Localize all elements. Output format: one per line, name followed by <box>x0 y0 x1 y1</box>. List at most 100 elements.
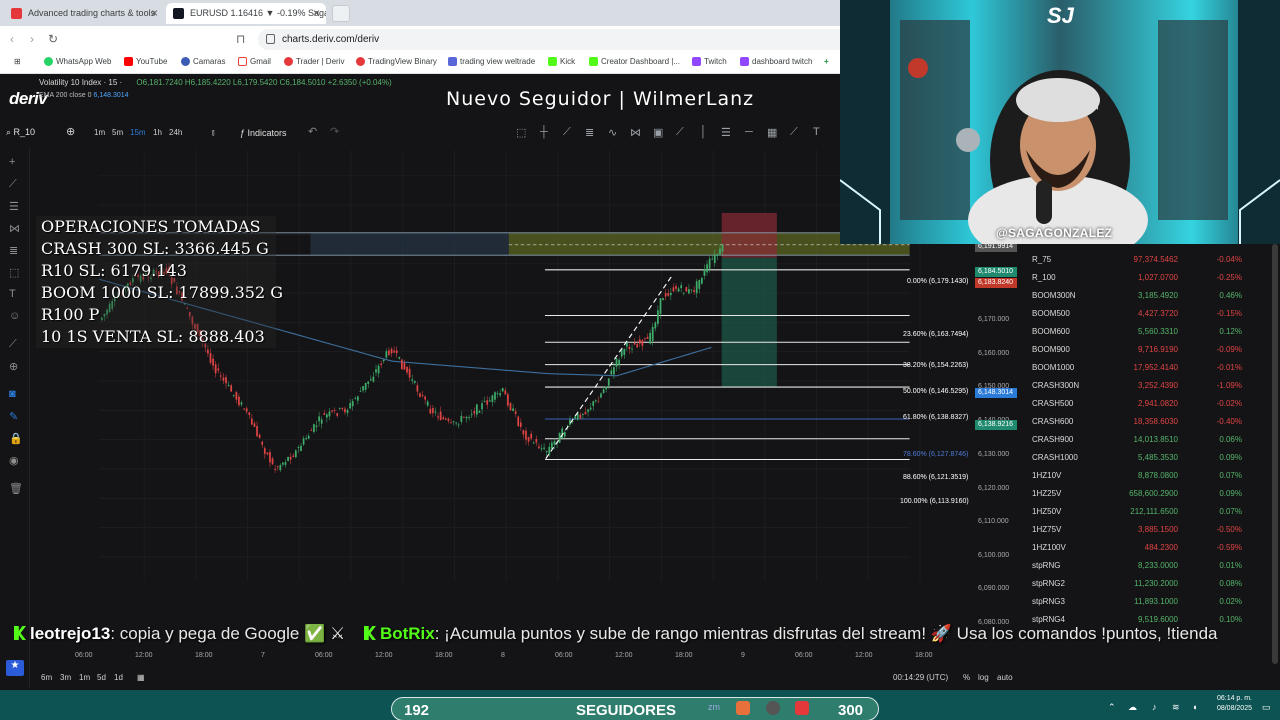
watchlist-row[interactable]: BOOM600 5,560.3310 0.12% <box>1032 323 1262 341</box>
onedrive-icon[interactable]: ☁ <box>1128 702 1137 713</box>
add-bookmark-icon[interactable]: + <box>824 57 829 66</box>
watchlist-row[interactable]: 1HZ75V 3,885.1500 -0.50% <box>1032 521 1262 539</box>
timeframe-1h[interactable]: 1h <box>153 128 162 137</box>
watchlist-row[interactable]: 1HZ100V 484.2300 -0.59% <box>1032 539 1262 557</box>
gann-tool-icon[interactable]: ▣ <box>653 126 663 139</box>
watchlist-row[interactable]: CRASH600 18,358.6030 -0.40% <box>1032 413 1262 431</box>
period-3m[interactable]: 3m <box>60 673 71 682</box>
watchlist-row[interactable]: BOOM300N 3,185.4920 0.46% <box>1032 287 1262 305</box>
period-1d[interactable]: 1d <box>114 673 123 682</box>
bookmark-tradingview-binary[interactable]: TradingView Binary <box>356 57 437 66</box>
favorites-icon[interactable]: ★ <box>6 660 24 676</box>
bookmark-weltrade[interactable]: trading view weltrade <box>448 57 535 66</box>
indicators-button[interactable]: ƒ Indicators <box>240 128 287 138</box>
timeframe-5m[interactable]: 5m <box>112 128 123 137</box>
bookmark-icon[interactable]: ⊓ <box>236 32 245 46</box>
bookmark-whatsapp[interactable]: WhatsApp Web <box>44 57 111 66</box>
grid-tool-icon[interactable]: ▦ <box>767 126 777 139</box>
eye-icon[interactable]: ◉ <box>9 454 19 467</box>
redo-icon[interactable]: ↷ <box>330 125 339 138</box>
bookmark-trader-deriv[interactable]: Trader | Deriv <box>284 57 344 66</box>
rectangle-tool-icon[interactable]: ⬚ <box>516 126 526 139</box>
ruler-icon[interactable]: ⟋ <box>9 338 17 351</box>
notification-icon[interactable]: ▭ <box>1262 702 1271 713</box>
watchlist-row[interactable]: CRASH300N 3,252.4390 -1.09% <box>1032 377 1262 395</box>
reload-icon[interactable]: ↻ <box>48 32 58 46</box>
watchlist-row[interactable]: CRASH900 14,013.8510 0.06% <box>1032 431 1262 449</box>
zoom-icon[interactable]: zm <box>708 702 720 712</box>
bookmark-youtube[interactable]: YouTube <box>124 57 167 66</box>
browser-tab[interactable]: Advanced trading charts & tools × <box>4 3 164 24</box>
bookmark-gmail[interactable]: Gmail <box>238 57 271 66</box>
pattern-icon[interactable]: ⋈ <box>9 222 20 235</box>
apps-icon[interactable]: ⊞ <box>14 57 21 66</box>
pattern-tool-icon[interactable]: ⋈ <box>630 126 641 139</box>
utc-clock[interactable]: 00:14:29 (UTC) <box>893 673 948 682</box>
symbol-search[interactable]: ⌕ R_10 <box>6 127 35 138</box>
volume-icon[interactable]: ◖ <box>1192 702 1197 712</box>
trend-line-tool-icon[interactable]: ⟋ <box>563 126 571 139</box>
lock-icon[interactable]: 🔒 <box>9 432 23 445</box>
calendar-icon[interactable]: ▦ <box>137 673 145 682</box>
watchlist-row[interactable]: BOOM500 4,427.3720 -0.15% <box>1032 305 1262 323</box>
add-symbol-icon[interactable]: ⊕ <box>66 125 75 138</box>
brush-tool-icon[interactable]: ∿ <box>608 126 617 139</box>
vertical-line-tool-icon[interactable]: │ <box>700 126 707 138</box>
crosshair-icon[interactable]: + <box>9 156 15 168</box>
emoji-icon[interactable]: ☺ <box>9 310 20 322</box>
new-tab-button[interactable] <box>332 5 350 22</box>
period-6m[interactable]: 6m <box>41 673 52 682</box>
undo-icon[interactable]: ↶ <box>308 125 317 138</box>
timeframe-1m[interactable]: 1m <box>94 128 105 137</box>
period-5d[interactable]: 5d <box>97 673 106 682</box>
measure-tool-icon[interactable]: ⟋ <box>676 126 684 139</box>
close-tab-icon[interactable]: × <box>151 6 158 20</box>
back-icon[interactable]: ‹ <box>10 32 14 46</box>
watchlist-row[interactable]: stpRNG2 11,230.2000 0.08% <box>1032 575 1262 593</box>
text-tool-icon[interactable]: T <box>813 126 820 138</box>
line-icon[interactable]: ⟋ <box>9 178 17 191</box>
horizontal-line-tool-icon[interactable]: ┼ <box>540 126 548 138</box>
watchlist-row[interactable]: 1HZ25V 658,600.2900 0.09% <box>1032 485 1262 503</box>
bookmark-dashboard-twitch[interactable]: dashboard twitch <box>740 57 812 66</box>
ray-tool-icon[interactable]: ─ <box>745 126 753 138</box>
bookmark-twitch[interactable]: Twitch <box>692 57 727 66</box>
close-tab-icon[interactable]: × <box>313 6 320 20</box>
fib-tool-icon[interactable]: ☰ <box>721 126 731 139</box>
timeframe-24h[interactable]: 24h <box>169 128 182 137</box>
watchlist-row[interactable]: stpRNG3 11,893.1000 0.02% <box>1032 593 1262 611</box>
mic-icon[interactable]: ♪ <box>1152 702 1157 712</box>
bookmark-kick[interactable]: Kick <box>548 57 575 66</box>
watchlist-row[interactable]: 1HZ10V 8,878.0800 0.07% <box>1032 467 1262 485</box>
watchlist-row[interactable]: stpRNG 8,233.0000 0.01% <box>1032 557 1262 575</box>
watchlist-row[interactable]: R_100 1,027.0700 -0.25% <box>1032 269 1262 287</box>
zoom-icon[interactable]: ⊕ <box>9 360 18 373</box>
trash-icon[interactable]: 🗑 <box>9 482 23 495</box>
deriv-icon[interactable] <box>795 701 809 715</box>
chevron-up-icon[interactable]: ⌃ <box>1108 702 1116 713</box>
timeframe-15m[interactable]: 15m <box>130 128 146 137</box>
period-1m[interactable]: 1m <box>79 673 90 682</box>
auto-toggle[interactable]: auto <box>997 673 1013 682</box>
line-tool-icon[interactable]: ⟋ <box>790 126 798 139</box>
text-icon[interactable]: T <box>9 288 16 300</box>
channel-tool-icon[interactable]: ≣ <box>585 126 594 139</box>
bookmark-camaras[interactable]: Camaras <box>181 57 225 66</box>
watchlist-row[interactable]: BOOM900 9,716.9190 -0.09% <box>1032 341 1262 359</box>
lock-drawing-icon[interactable]: ✎ <box>9 410 18 423</box>
system-clock[interactable]: 06:14 p. m. 08/08/2025 <box>1208 694 1252 714</box>
watchlist-row[interactable]: 1HZ50V 212,111.6500 0.07% <box>1032 503 1262 521</box>
lines-icon[interactable]: ☰ <box>9 200 19 213</box>
browser-tab-active[interactable]: EURUSD 1.16416 ▼ -0.19% Saga × <box>166 3 326 24</box>
watchlist-scrollbar[interactable] <box>1272 244 1278 664</box>
site-info-icon[interactable] <box>266 34 275 44</box>
magnet-icon[interactable]: ◙ <box>9 388 16 400</box>
shape-icon[interactable]: ⬚ <box>9 266 19 279</box>
watchlist-row[interactable]: CRASH1000 5,485.3530 0.09% <box>1032 449 1262 467</box>
chart-type-icon[interactable]: ⫾ <box>212 128 215 138</box>
url-field[interactable]: charts.deriv.com/deriv <box>258 29 840 50</box>
forward-icon[interactable]: › <box>30 32 34 46</box>
percent-toggle[interactable]: % <box>963 673 970 682</box>
brave-icon[interactable] <box>736 701 750 715</box>
watchlist-row[interactable]: CRASH500 2,941.0820 -0.02% <box>1032 395 1262 413</box>
